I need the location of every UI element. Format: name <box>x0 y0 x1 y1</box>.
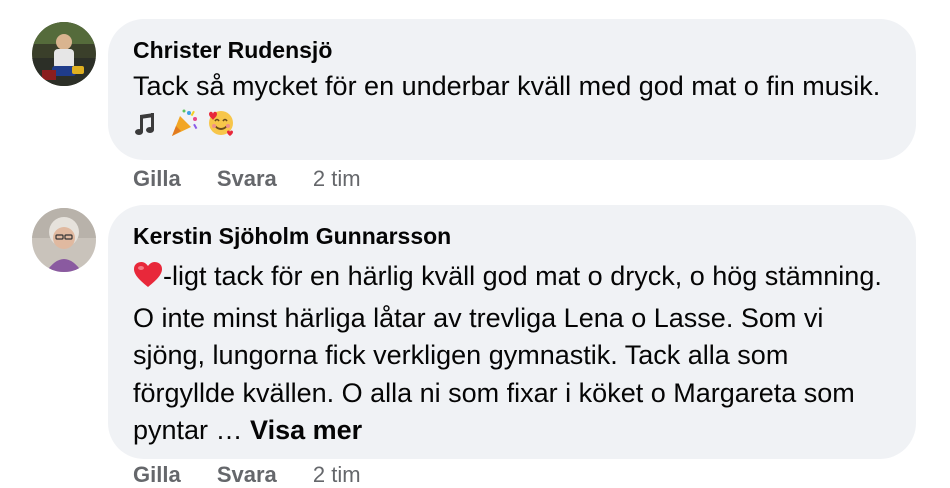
comment-author[interactable]: Christer Rudensjö <box>133 35 892 65</box>
reply-button[interactable]: Svara <box>217 462 277 488</box>
previous-comment-actions-cut <box>137 0 267 6</box>
party-popper-icon <box>169 108 199 149</box>
comment-timestamp[interactable]: 2 tim <box>313 462 361 488</box>
red-heart-icon <box>133 261 163 300</box>
reply-button[interactable]: Svara <box>217 166 277 192</box>
comment-actions: Gilla Svara 2 tim <box>133 166 361 192</box>
comment-bubble: Kerstin Sjöholm Gunnarsson -ligt tack fö… <box>108 205 916 459</box>
avatar[interactable] <box>32 208 96 272</box>
comment-timestamp[interactable]: 2 tim <box>313 166 361 192</box>
avatar[interactable] <box>32 22 96 86</box>
comment-text: Tack så mycket för en underbar kväll med… <box>133 68 892 148</box>
comment-text: -ligt tack för en härlig kväll god mat o… <box>133 258 892 450</box>
like-button[interactable]: Gilla <box>133 166 181 192</box>
comment-text-body: Tack så mycket för en underbar kväll med… <box>133 71 881 101</box>
music-note-icon <box>133 110 161 149</box>
like-button[interactable]: Gilla <box>133 462 181 488</box>
comment-bubble: Christer Rudensjö Tack så mycket för en … <box>108 19 916 160</box>
comment-author[interactable]: Kerstin Sjöholm Gunnarsson <box>133 221 892 251</box>
comment-actions: Gilla Svara 2 tim <box>133 462 361 488</box>
comment-text-body: -ligt tack för en härlig kväll god mat o… <box>133 261 882 445</box>
smiling-face-with-hearts-icon <box>206 108 236 149</box>
see-more-link[interactable]: Visa mer <box>250 415 362 445</box>
